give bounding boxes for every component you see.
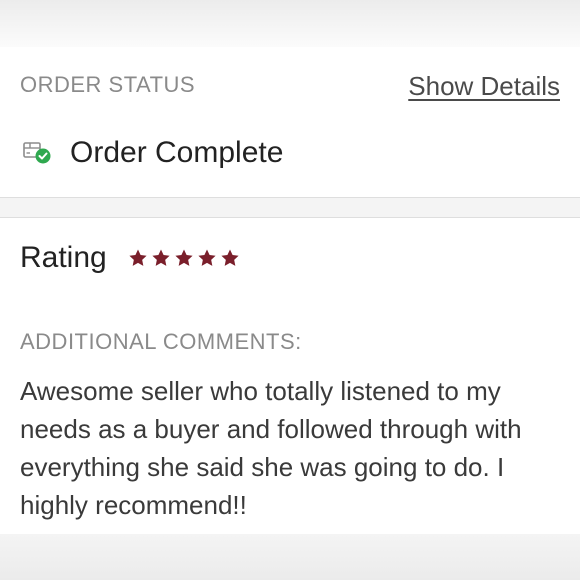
rating-label: Rating [20, 241, 107, 274]
star-icon [221, 249, 239, 266]
star-icon [198, 249, 216, 266]
star-icon [175, 249, 193, 266]
star-icon [129, 249, 147, 266]
order-status-card [0, 47, 580, 198]
order-status-heading: ORDER STATUS [20, 72, 196, 97]
rating-stars [128, 248, 240, 268]
show-details-link[interactable]: Show Details [408, 71, 560, 102]
review-comment: Awesome seller who totally listened to m… [20, 376, 522, 520]
package-check-icon [22, 139, 54, 167]
additional-comments-heading: ADDITIONAL COMMENTS: [20, 329, 302, 354]
page-background [0, 534, 580, 580]
order-status-text: Order Complete [70, 136, 284, 169]
section-divider [0, 198, 580, 217]
star-icon [152, 249, 170, 266]
